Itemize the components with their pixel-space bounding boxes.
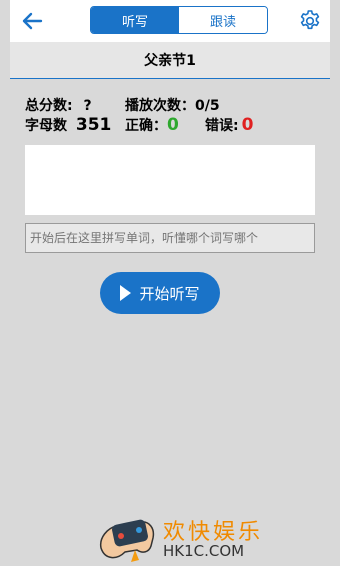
letter-count-value: 351 bbox=[75, 115, 112, 135]
total-score-value: ? bbox=[83, 98, 92, 114]
watermark-logo: 欢快娱乐 HK1C.COM bbox=[95, 508, 265, 564]
spelling-input[interactable] bbox=[25, 223, 315, 253]
wrong-label: 错误: bbox=[205, 118, 239, 134]
correct-value: 0 bbox=[167, 115, 179, 135]
page-title: 父亲节1 bbox=[10, 42, 330, 79]
total-score-label: 总分数: bbox=[25, 98, 73, 114]
stats-panel: 总分数: ? 播放次数：0/5 字母数 351 正确：0 错误: 0 bbox=[25, 95, 325, 135]
play-icon bbox=[120, 285, 132, 301]
play-count-label: 播放次数： bbox=[125, 98, 195, 114]
wrong-value: 0 bbox=[241, 115, 254, 135]
play-count-value: 0/5 bbox=[195, 98, 220, 114]
tab-dictation[interactable]: 听写 bbox=[91, 7, 179, 33]
tab-read-along[interactable]: 跟读 bbox=[179, 7, 267, 33]
sentence-display-area bbox=[25, 145, 315, 215]
correct-label: 正确： bbox=[125, 118, 167, 134]
start-button-label: 开始听写 bbox=[139, 284, 200, 303]
mode-tabs: 听写 跟读 bbox=[90, 6, 268, 34]
hand-gamepad-icon bbox=[99, 519, 155, 562]
letter-count: 字母数 351 bbox=[25, 115, 111, 135]
total-score: 总分数: ? bbox=[25, 95, 92, 115]
gear-icon[interactable] bbox=[298, 9, 322, 33]
correct-count: 正确：0 bbox=[125, 115, 179, 135]
watermark-url: HK1C.COM bbox=[163, 542, 245, 560]
top-bar: 听写 跟读 bbox=[10, 0, 330, 42]
play-count: 播放次数：0/5 bbox=[125, 95, 220, 115]
start-dictation-button[interactable]: 开始听写 bbox=[100, 272, 220, 314]
back-arrow-icon[interactable] bbox=[20, 9, 44, 33]
wrong-count: 错误: 0 bbox=[205, 115, 253, 135]
letter-count-label: 字母数 bbox=[25, 118, 67, 134]
